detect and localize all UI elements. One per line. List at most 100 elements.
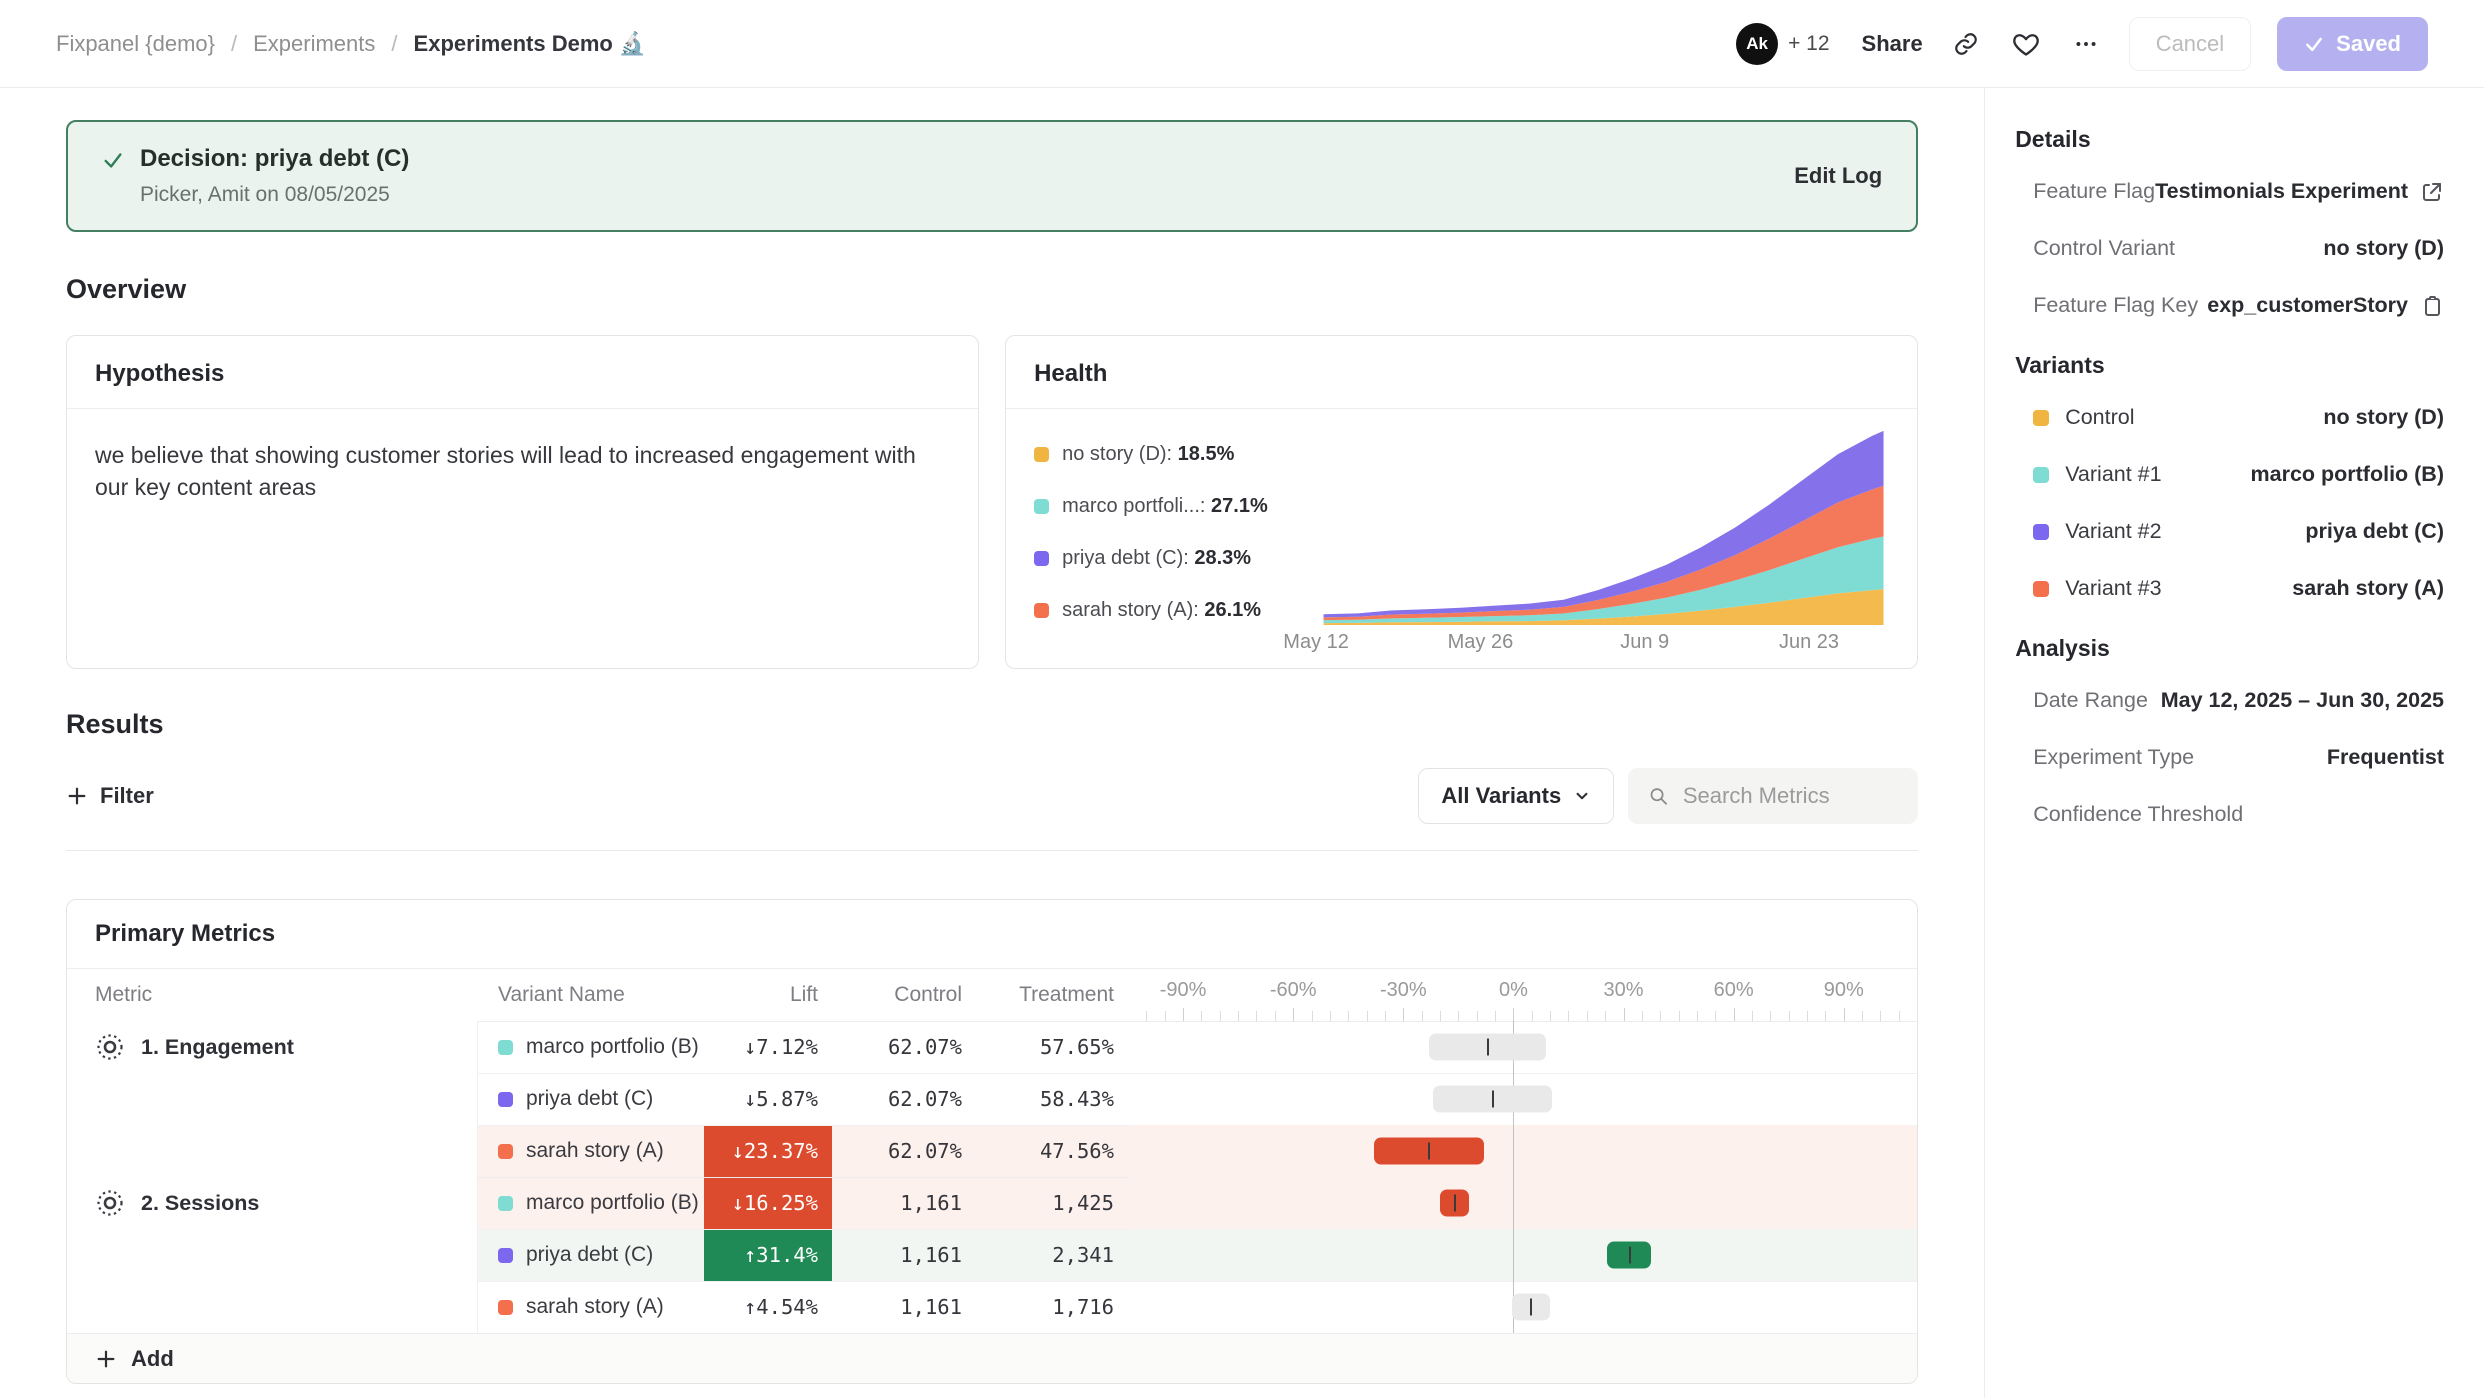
- ci-axis-tick: [1532, 1011, 1533, 1021]
- ci-axis-header: -90%-60%-30%0%30%60%90%: [1128, 969, 1917, 1021]
- legend-color-chip: [1034, 447, 1049, 462]
- metric-name: 2. Sessions: [67, 1177, 477, 1229]
- variant-name-cell: priya debt (C): [478, 1229, 704, 1281]
- zero-baseline: [1513, 1125, 1514, 1177]
- confidence-interval-cell: [1128, 1125, 1917, 1177]
- legend-color-chip: [1034, 603, 1049, 618]
- confidence-interval-cell: [1128, 1229, 1917, 1281]
- variant-row-control: Controlno story (D): [2015, 389, 2444, 446]
- favorite-heart-icon[interactable]: [2009, 27, 2043, 61]
- health-title: Health: [1006, 336, 1917, 409]
- ci-axis-label: -60%: [1270, 979, 1317, 1002]
- edit-log-button[interactable]: Edit Log: [1794, 163, 1882, 189]
- ci-axis-tick: [1367, 1011, 1368, 1021]
- copy-icon[interactable]: [2420, 294, 2444, 318]
- ci-mean-tick: [1454, 1195, 1456, 1212]
- variant-label: Variant #3: [2065, 576, 2161, 601]
- analysis-row-experiment-type: Experiment Type Frequentist: [2015, 729, 2444, 786]
- treatment-cell: 57.65%: [976, 1021, 1128, 1073]
- ci-axis-tick: [1385, 1011, 1386, 1021]
- ci-axis-tick: [1495, 1011, 1496, 1021]
- ci-axis-tick: [1293, 1008, 1294, 1021]
- breadcrumb-experiments[interactable]: Experiments: [253, 31, 375, 57]
- metric-cell: [67, 1125, 478, 1177]
- x-tick-label: May 26: [1448, 631, 1514, 654]
- decision-banner: Decision: priya debt (C) Picker, Amit on…: [66, 120, 1918, 232]
- add-filter-button[interactable]: Filter: [66, 783, 154, 809]
- external-link-icon[interactable]: [2420, 180, 2444, 204]
- ci-axis-tick: [1752, 1011, 1753, 1021]
- variant-row-variant-3: Variant #3 sarah story (A): [2015, 560, 2444, 617]
- hypothesis-card: Hypothesis we believe that showing custo…: [66, 335, 979, 669]
- lift-cell: ↑31.4%: [704, 1229, 832, 1281]
- control-cell: 1,161: [832, 1229, 976, 1281]
- avatar[interactable]: Ak: [1736, 23, 1778, 65]
- add-metric-button[interactable]: Add: [67, 1333, 1917, 1383]
- variant-color-chip: [2033, 467, 2049, 483]
- x-tick-label: Jun 23: [1779, 631, 1839, 654]
- metric-table-row: sarah story (A)↓23.37%62.07%47.56%: [67, 1125, 1917, 1177]
- metric-cell: [67, 1229, 478, 1281]
- plus-icon: [66, 785, 88, 807]
- analysis-row-date-range: Date RangeMay 12, 2025 – Jun 30, 2025: [2015, 672, 2444, 729]
- cancel-button[interactable]: Cancel: [2129, 17, 2251, 71]
- health-chart: May 12May 26Jun 9Jun 23: [1306, 409, 1917, 669]
- add-metric-label: Add: [131, 1346, 174, 1372]
- variant-color-chip: [498, 1144, 513, 1159]
- variant-value: marco portfolio (B): [2251, 462, 2445, 487]
- breadcrumb: Fixpanel {demo} / Experiments / Experime…: [56, 31, 646, 57]
- analysis-label: Date Range: [2033, 688, 2148, 713]
- top-bar: Fixpanel {demo} / Experiments / Experime…: [0, 0, 2484, 88]
- variant-name-cell: priya debt (C): [478, 1073, 704, 1125]
- ci-axis-label: -30%: [1380, 979, 1427, 1002]
- ci-axis-tick: [1679, 1011, 1680, 1021]
- control-cell: 62.07%: [832, 1125, 976, 1177]
- metric-table-row: priya debt (C)↓5.87%62.07%58.43%: [67, 1073, 1917, 1125]
- treatment-cell: 58.43%: [976, 1073, 1128, 1125]
- ci-axis-label: 90%: [1824, 979, 1864, 1002]
- avatar-more-count[interactable]: + 12: [1788, 32, 1829, 56]
- ci-axis-label: 30%: [1604, 979, 1644, 1002]
- all-variants-dropdown[interactable]: All Variants: [1418, 768, 1614, 824]
- detail-value: Testimonials Experiment: [2155, 179, 2408, 204]
- ci-axis-tick: [1587, 1011, 1588, 1021]
- check-icon: [2304, 34, 2324, 54]
- search-metrics-box[interactable]: [1628, 768, 1918, 824]
- legend-label: priya debt (C): 28.3%: [1062, 547, 1251, 570]
- share-button[interactable]: Share: [1862, 31, 1923, 57]
- confidence-interval-cell: [1128, 1281, 1917, 1333]
- health-legend-item: marco portfoli...: 27.1%: [1034, 495, 1306, 518]
- variant-value: sarah story (A): [2292, 576, 2444, 601]
- health-legend-item: no story (D): 18.5%: [1034, 443, 1306, 466]
- breadcrumb-project[interactable]: Fixpanel {demo}: [56, 31, 215, 57]
- lift-cell: ↑4.54%: [704, 1281, 832, 1333]
- more-options-icon[interactable]: [2069, 27, 2103, 61]
- health-card: Health no story (D): 18.5% marco portfoli…: [1005, 335, 1918, 669]
- ci-axis-tick: [1422, 1011, 1423, 1021]
- health-legend: no story (D): 18.5% marco portfoli...: 27…: [1006, 409, 1306, 669]
- x-tick-label: Jun 9: [1620, 631, 1669, 654]
- analysis-label: Experiment Type: [2033, 745, 2194, 770]
- health-legend-item: sarah story (A): 26.1%: [1034, 599, 1306, 622]
- metric-label: 2. Sessions: [141, 1191, 259, 1216]
- column-header-variant-name: Variant Name: [478, 983, 704, 1007]
- ci-axis-tick: [1789, 1011, 1790, 1021]
- control-cell: 62.07%: [832, 1021, 976, 1073]
- search-metrics-input[interactable]: [1683, 783, 1898, 809]
- variant-color-chip: [498, 1040, 513, 1055]
- analysis-value: Frequentist: [2327, 745, 2444, 770]
- main-content: Decision: priya debt (C) Picker, Amit on…: [0, 88, 1984, 1398]
- analysis-heading: Analysis: [2015, 635, 2444, 662]
- lift-cell: ↓16.25%: [704, 1177, 832, 1229]
- legend-label: no story (D): 18.5%: [1062, 443, 1234, 466]
- ci-axis-tick: [1256, 1011, 1257, 1021]
- link-icon[interactable]: [1949, 27, 1983, 61]
- detail-label: Feature Flag Key: [2033, 293, 2198, 318]
- column-header-lift: Lift: [704, 983, 832, 1007]
- metric-table-row: priya debt (C)↑31.4%1,1612,341: [67, 1229, 1917, 1281]
- saved-button[interactable]: Saved: [2277, 17, 2428, 71]
- metric-name: 1. Engagement: [67, 1021, 477, 1073]
- health-stacked-area-chart: [1316, 427, 1891, 625]
- ci-axis-tick: [1201, 1011, 1202, 1021]
- health-legend-item: priya debt (C): 28.3%: [1034, 547, 1306, 570]
